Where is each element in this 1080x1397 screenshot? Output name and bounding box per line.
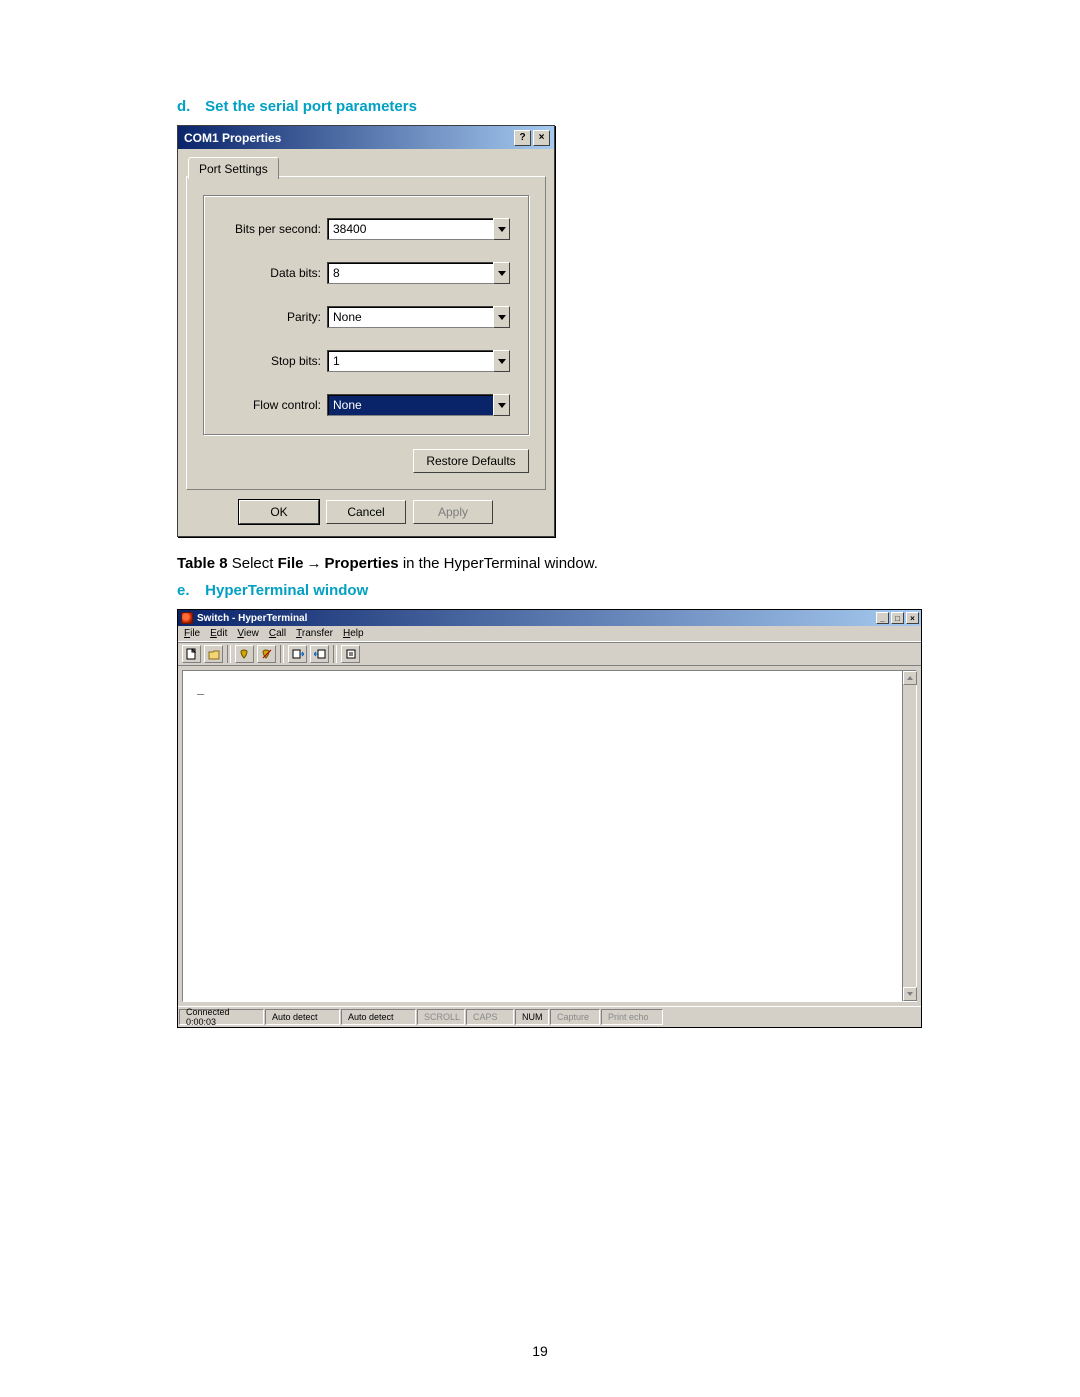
- apply-button[interactable]: Apply: [413, 500, 493, 524]
- stop-bits-label: Stop bits:: [222, 354, 327, 368]
- menu-bar: File Edit View Call Transfer Help: [178, 626, 921, 642]
- ok-button[interactable]: OK: [239, 500, 319, 524]
- status-autodetect1: Auto detect: [265, 1009, 340, 1025]
- menu-transfer[interactable]: Transfer: [296, 628, 333, 639]
- hyperterminal-titlebar: Switch - HyperTerminal _ □ ×: [178, 610, 921, 626]
- heading-d: d. Set the serial port parameters: [177, 98, 950, 115]
- hyperterminal-window: Switch - HyperTerminal _ □ × File Edit V…: [177, 609, 922, 1028]
- close-button[interactable]: ×: [533, 130, 550, 146]
- dialog-title: COM1 Properties: [184, 131, 512, 145]
- new-icon[interactable]: [182, 645, 201, 663]
- arrow-icon: →: [306, 555, 321, 572]
- caption-file: File: [278, 555, 304, 572]
- chevron-down-icon[interactable]: [493, 262, 510, 284]
- vertical-scrollbar[interactable]: [902, 671, 916, 1001]
- minimize-icon: _: [880, 614, 884, 623]
- chevron-down-icon[interactable]: [493, 350, 510, 372]
- caption-post: in the HyperTerminal window.: [399, 555, 598, 572]
- menu-view[interactable]: View: [237, 628, 259, 639]
- heading-d-text: Set the serial port parameters: [205, 98, 417, 115]
- caption-pre: Select: [228, 555, 278, 572]
- heading-e-prefix: e.: [177, 582, 201, 599]
- open-icon[interactable]: [204, 645, 223, 663]
- page-number: 19: [0, 1343, 1080, 1359]
- hyperterminal-app-icon: [181, 612, 193, 624]
- status-caps: CAPS: [466, 1009, 514, 1025]
- help-button[interactable]: ?: [514, 130, 531, 146]
- heading-e-text: HyperTerminal window: [205, 582, 368, 599]
- tab-port-settings[interactable]: Port Settings: [188, 157, 279, 179]
- menu-help[interactable]: Help: [343, 628, 364, 639]
- close-icon: ×: [910, 614, 915, 623]
- parity-combo[interactable]: None: [327, 306, 510, 328]
- status-print-echo: Print echo: [601, 1009, 663, 1025]
- maximize-icon: □: [895, 614, 900, 623]
- hyperterminal-title: Switch - HyperTerminal: [197, 613, 874, 624]
- close-button[interactable]: ×: [906, 612, 919, 624]
- status-connected: Connected 0:00:03: [179, 1009, 264, 1025]
- data-bits-combo[interactable]: 8: [327, 262, 510, 284]
- flow-control-combo[interactable]: None: [327, 394, 510, 416]
- separator-icon: [333, 645, 337, 663]
- status-scroll: SCROLL: [417, 1009, 465, 1025]
- receive-icon[interactable]: [310, 645, 329, 663]
- caption-properties: Properties: [324, 555, 398, 572]
- caption-label: Table 8: [177, 555, 228, 572]
- send-icon[interactable]: [288, 645, 307, 663]
- bits-per-second-value: 38400: [327, 218, 493, 240]
- bits-per-second-label: Bits per second:: [222, 222, 327, 236]
- separator-icon: [280, 645, 284, 663]
- toolbar: [178, 642, 921, 666]
- scroll-up-icon[interactable]: [903, 671, 917, 685]
- menu-file[interactable]: File: [184, 628, 200, 639]
- maximize-button[interactable]: □: [891, 612, 904, 624]
- data-bits-value: 8: [327, 262, 493, 284]
- status-capture: Capture: [550, 1009, 600, 1025]
- cancel-button[interactable]: Cancel: [326, 500, 406, 524]
- chevron-down-icon[interactable]: [493, 394, 510, 416]
- stop-bits-value: 1: [327, 350, 493, 372]
- chevron-down-icon[interactable]: [493, 218, 510, 240]
- chevron-down-icon[interactable]: [493, 306, 510, 328]
- terminal-cursor: _: [197, 681, 204, 695]
- stop-bits-combo[interactable]: 1: [327, 350, 510, 372]
- settings-group: Bits per second: 38400 Data bits: 8: [203, 195, 529, 435]
- terminal-area[interactable]: _: [183, 671, 916, 1001]
- minimize-button[interactable]: _: [876, 612, 889, 624]
- close-icon: ×: [539, 132, 545, 143]
- bits-per-second-combo[interactable]: 38400: [327, 218, 510, 240]
- help-icon: ?: [519, 132, 525, 143]
- heading-e: e. HyperTerminal window: [177, 582, 950, 599]
- disconnect-icon[interactable]: [257, 645, 276, 663]
- status-num: NUM: [515, 1009, 549, 1025]
- menu-edit[interactable]: Edit: [210, 628, 227, 639]
- dialog-titlebar: COM1 Properties ? ×: [178, 126, 554, 149]
- status-autodetect2: Auto detect: [341, 1009, 416, 1025]
- table-8-caption: Table 8 Select File→Properties in the Hy…: [177, 555, 950, 572]
- scroll-down-icon[interactable]: [903, 987, 917, 1001]
- tab-strip: Port Settings: [186, 155, 546, 177]
- flow-control-value: None: [327, 394, 493, 416]
- separator-icon: [227, 645, 231, 663]
- status-bar: Connected 0:00:03 Auto detect Auto detec…: [178, 1006, 921, 1027]
- data-bits-label: Data bits:: [222, 266, 327, 280]
- parity-value: None: [327, 306, 493, 328]
- tab-page: Bits per second: 38400 Data bits: 8: [186, 176, 546, 490]
- flow-control-label: Flow control:: [222, 398, 327, 412]
- call-icon[interactable]: [235, 645, 254, 663]
- properties-icon[interactable]: [341, 645, 360, 663]
- parity-label: Parity:: [222, 310, 327, 324]
- com1-properties-dialog: COM1 Properties ? × Port Settings Bits p…: [177, 125, 555, 537]
- restore-defaults-button[interactable]: Restore Defaults: [413, 449, 529, 473]
- heading-d-prefix: d.: [177, 98, 201, 115]
- menu-call[interactable]: Call: [269, 628, 286, 639]
